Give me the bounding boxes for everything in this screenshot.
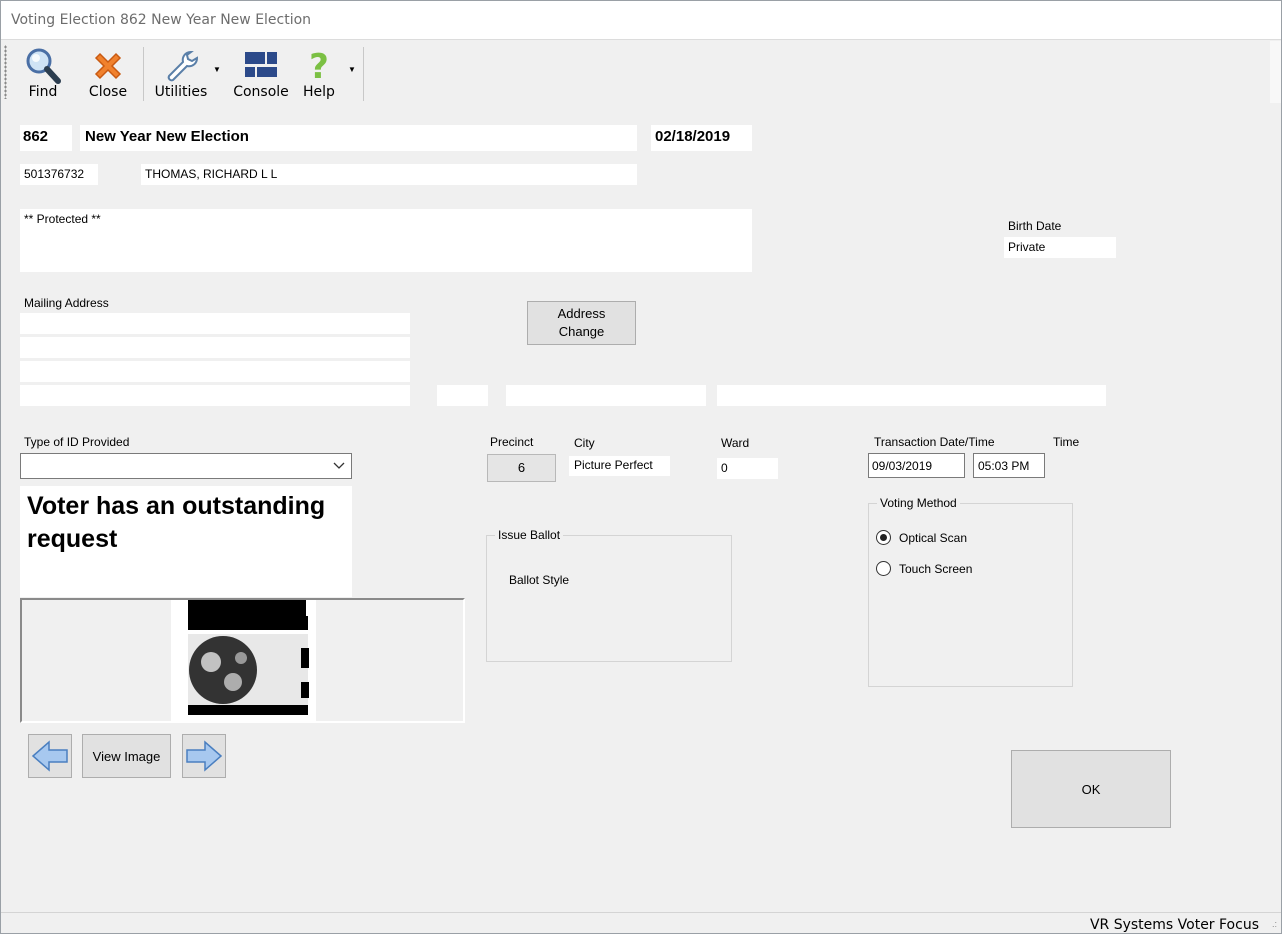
transaction-time-field[interactable]: 05:03 PM	[973, 453, 1045, 478]
view-image-button[interactable]: View Image	[82, 734, 171, 778]
residence-address: ** Protected **	[24, 212, 101, 226]
utilities-button[interactable]: Utilities	[151, 44, 211, 102]
help-button[interactable]: ? Help	[299, 44, 339, 102]
search-icon	[26, 48, 61, 84]
console-label: Console	[233, 84, 289, 100]
address-change-button[interactable]: Address Change	[527, 301, 636, 345]
next-image-button[interactable]	[182, 734, 226, 778]
svg-text:?: ?	[309, 47, 329, 86]
ballot-style-label: Ballot Style	[509, 573, 570, 587]
precinct-label: Precinct	[490, 435, 534, 449]
transaction-date: 09/03/2019	[872, 459, 933, 473]
wrench-icon	[167, 51, 198, 82]
election-date: 02/18/2019	[655, 128, 731, 145]
time-label: Time	[1053, 435, 1080, 449]
city-label: City	[574, 436, 595, 450]
toolbar-separator	[363, 47, 364, 101]
close-icon	[94, 52, 122, 80]
mailing-city-field	[20, 385, 410, 406]
voter-id-field: 501376732	[20, 164, 98, 185]
ward-field: 0	[717, 458, 778, 479]
voter-name-field: THOMAS, RICHARD L L	[141, 164, 637, 185]
console-button[interactable]: Console	[231, 44, 291, 102]
transaction-time: 05:03 PM	[978, 459, 1030, 473]
help-label: Help	[303, 84, 335, 100]
alert-panel: Voter has an outstanding request	[20, 486, 352, 597]
election-name-field: New Year New Election	[80, 125, 637, 151]
title-bar: Voting Election 862 New Year New Electio…	[1, 1, 1281, 40]
voter-name: THOMAS, RICHARD L L	[145, 167, 278, 181]
optical-scan-label[interactable]: Optical Scan	[899, 531, 967, 545]
voting-method-group: Voting Method Optical Scan Touch Screen	[868, 496, 1073, 687]
ward-value: 0	[721, 461, 728, 475]
status-text: VR Systems Voter Focus	[1089, 917, 1259, 933]
election-number-field: 862	[20, 125, 72, 151]
id-type-label: Type of ID Provided	[24, 435, 130, 449]
mailing-address-line1	[20, 313, 410, 334]
signature-image	[171, 600, 316, 721]
residence-address-field: ** Protected **	[20, 209, 752, 272]
toolbar-scrollbar[interactable]	[1270, 41, 1281, 103]
city-value: Picture Perfect	[574, 458, 653, 472]
issue-ballot-title: Issue Ballot	[495, 528, 564, 542]
console-icon	[245, 52, 277, 77]
voting-method-title: Voting Method	[877, 496, 960, 510]
ok-button[interactable]: OK	[1011, 750, 1171, 828]
close-button[interactable]: Close	[83, 44, 133, 102]
city-field: Picture Perfect	[569, 456, 670, 476]
mailing-country-field	[717, 385, 1106, 406]
previous-image-button[interactable]	[28, 734, 72, 778]
voter-id: 501376732	[24, 167, 85, 181]
birth-date-field: Private	[1004, 237, 1116, 258]
birth-date: Private	[1008, 240, 1046, 254]
id-type-select[interactable]	[20, 453, 352, 479]
find-button[interactable]: Find	[19, 44, 67, 102]
voting-window: Voting Election 862 New Year New Electio…	[0, 0, 1282, 934]
optical-scan-radio[interactable]	[876, 530, 891, 545]
issue-ballot-group: Issue Ballot Ballot Style	[486, 528, 732, 662]
mailing-state-field	[437, 385, 488, 406]
election-date-field: 02/18/2019	[651, 125, 752, 151]
arrow-right-icon	[186, 740, 223, 772]
transaction-date-field[interactable]: 09/03/2019	[868, 453, 965, 478]
ward-label: Ward	[721, 436, 750, 450]
toolbar-grip[interactable]	[4, 45, 7, 99]
touch-screen-radio[interactable]	[876, 561, 891, 576]
election-number: 862	[23, 128, 49, 145]
transaction-label: Transaction Date/Time	[874, 435, 995, 449]
signature-image-panel	[20, 598, 465, 723]
utilities-dropdown-icon[interactable]: ▼	[213, 65, 221, 74]
arrow-left-icon	[31, 740, 68, 772]
utilities-label: Utilities	[154, 84, 208, 100]
chevron-down-icon	[333, 462, 345, 469]
alert-message: Voter has an outstanding request	[27, 492, 326, 553]
birth-date-label: Birth Date	[1008, 219, 1062, 233]
touch-screen-label[interactable]: Touch Screen	[899, 562, 972, 576]
precinct-value: 6	[487, 454, 556, 482]
status-bar: VR Systems Voter Focus .:	[1, 912, 1281, 933]
close-label: Close	[88, 84, 128, 100]
toolbar: Find Close Utilities ▼ Console ? Help ▼	[1, 41, 1271, 103]
find-label: Find	[28, 84, 58, 100]
help-dropdown-icon[interactable]: ▼	[348, 65, 356, 74]
election-name: New Year New Election	[85, 128, 249, 145]
mailing-address-line2	[20, 337, 410, 358]
help-icon: ?	[309, 47, 329, 86]
toolbar-separator	[143, 47, 144, 101]
window-title: Voting Election 862 New Year New Electio…	[11, 12, 312, 28]
mailing-address-line3	[20, 361, 410, 382]
mailing-zip-field	[506, 385, 706, 406]
resize-grip-icon[interactable]: .:	[1272, 919, 1277, 929]
mailing-address-label: Mailing Address	[24, 296, 109, 310]
